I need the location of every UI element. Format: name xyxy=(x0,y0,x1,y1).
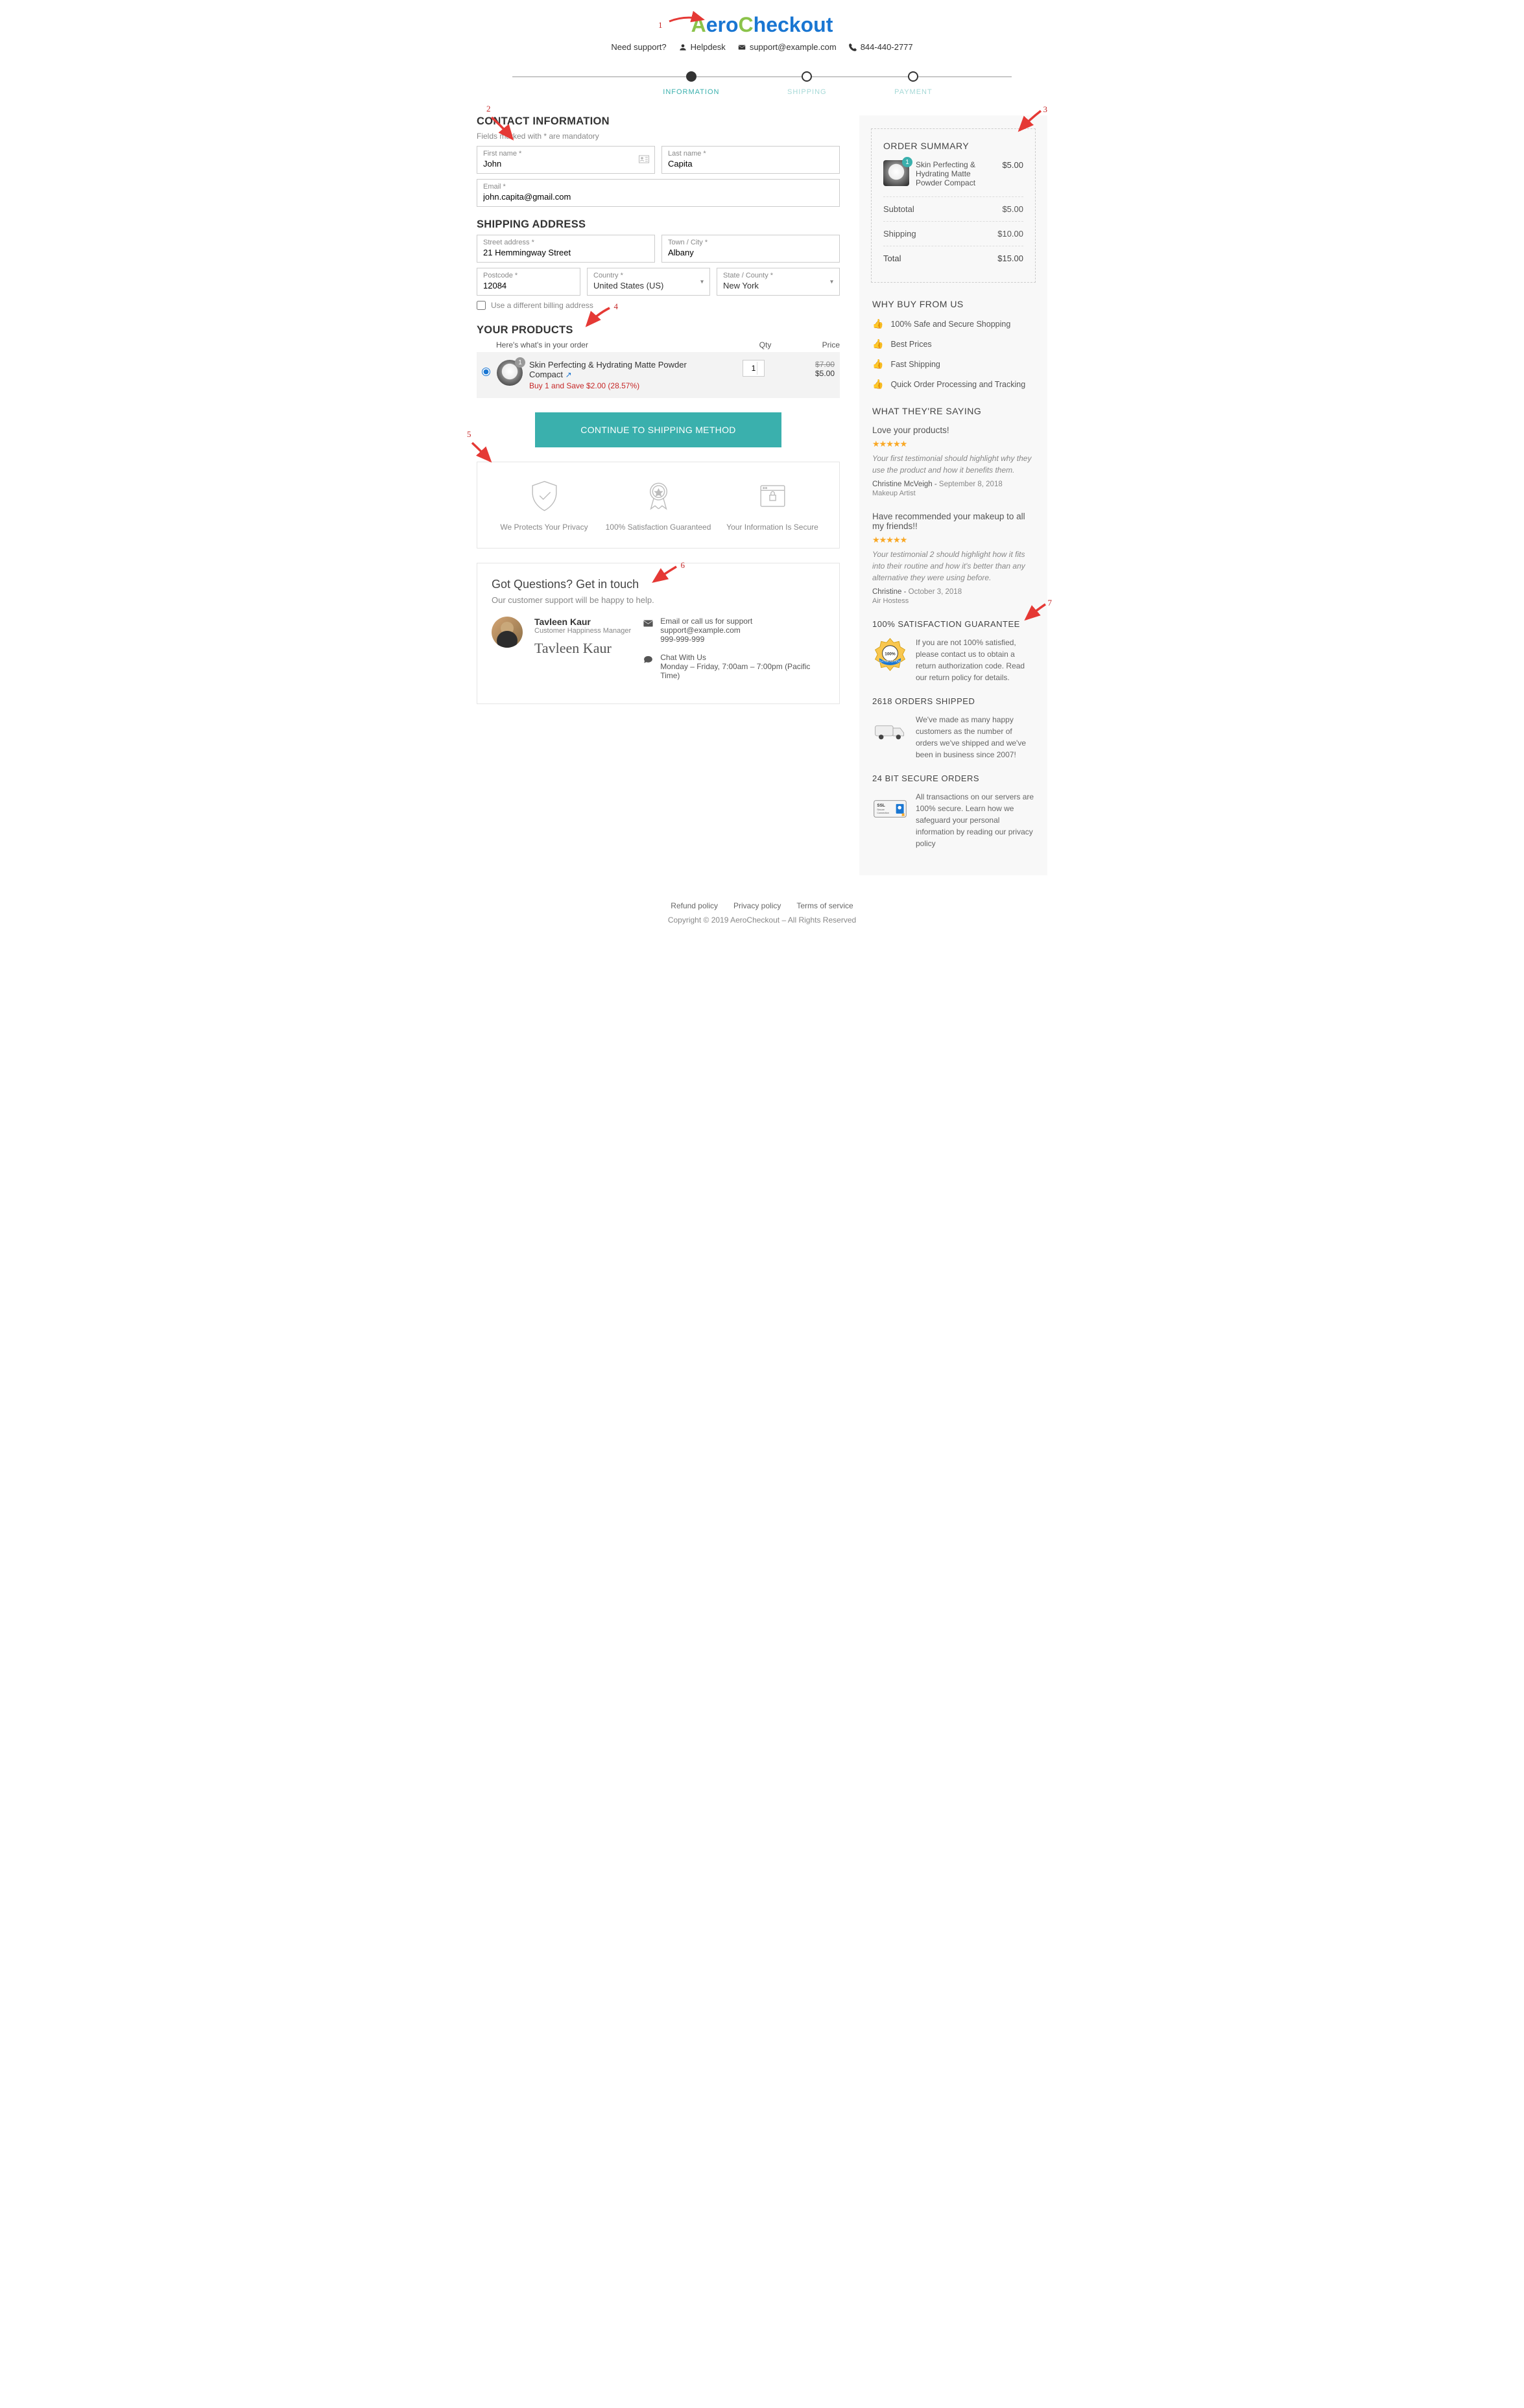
star-rating: ★★★★★ xyxy=(872,535,1034,545)
state-select[interactable]: State / County *New York xyxy=(717,268,840,296)
chat-icon xyxy=(643,654,654,665)
terms-link[interactable]: Terms of service xyxy=(796,901,853,910)
avatar xyxy=(492,617,523,648)
thumbs-up-icon: 👍 xyxy=(872,359,883,370)
footer: Refund policy Privacy policy Terms of serv… xyxy=(477,901,1047,925)
progress-stepper: INFORMATION SHIPPING PAYMENT xyxy=(512,71,1012,96)
svg-text:Secure: Secure xyxy=(877,809,885,811)
orders-shipped-heading: 2618 ORDERS SHIPPED xyxy=(872,696,1034,706)
user-icon xyxy=(678,43,687,52)
need-support-text: Need support? xyxy=(611,42,666,52)
contact-heading: CONTACT INFORMATION xyxy=(477,115,840,128)
first-name-field[interactable]: First name * xyxy=(477,146,655,174)
header: AeroCheckout Need support? Helpdesk supp… xyxy=(477,13,1047,52)
order-summary-box: ORDER SUMMARY 1Skin Perfecting & Hydrati… xyxy=(871,128,1036,283)
annotation-7: 7 xyxy=(1048,598,1053,608)
email-field[interactable]: Email * xyxy=(477,179,840,207)
shipping-heading: SHIPPING ADDRESS xyxy=(477,218,840,231)
card-icon xyxy=(639,155,649,163)
trust-box: We Protects Your Privacy 100% Satisfacti… xyxy=(477,462,840,549)
why-heading: WHY BUY FROM US xyxy=(872,299,1034,309)
testimonials-heading: WHAT THEY'RE SAYING xyxy=(872,406,1034,416)
ssl-badge-icon: SSLSecureConnection xyxy=(872,791,908,827)
secure-orders-heading: 24 BIT SECURE ORDERS xyxy=(872,773,1034,783)
shield-icon xyxy=(527,478,562,514)
testimonial: Love your products!★★★★★Your first testi… xyxy=(872,425,1034,497)
quantity-input[interactable] xyxy=(743,360,765,377)
phone-icon xyxy=(848,43,857,52)
thumbs-up-icon: 👍 xyxy=(872,379,883,390)
product-image: 1 xyxy=(497,360,523,386)
products-heading: YOUR PRODUCTS xyxy=(477,324,840,336)
external-link-icon[interactable]: ↗ xyxy=(566,370,572,379)
lock-window-icon xyxy=(755,478,791,514)
annotation-2: 2 xyxy=(486,104,491,113)
annotation-4: 4 xyxy=(614,301,619,312)
continue-button[interactable]: CONTINUE TO SHIPPING METHOD xyxy=(535,412,781,447)
svg-text:SSL: SSL xyxy=(877,803,885,808)
different-billing-checkbox[interactable]: Use a different billing address xyxy=(477,301,840,310)
support-email-link[interactable]: support@example.com xyxy=(737,42,837,52)
last-name-field[interactable]: Last name * xyxy=(661,146,840,174)
questions-box: Got Questions? Get in touch 6 Our custom… xyxy=(477,563,840,704)
street-field[interactable]: Street address * xyxy=(477,235,655,263)
ribbon-icon xyxy=(641,478,676,514)
support-phone-link[interactable]: 844-440-2777 xyxy=(848,42,913,52)
product-deal: Buy 1 and Save $2.00 (28.57%) xyxy=(529,381,718,390)
thumbs-up-icon: 👍 xyxy=(872,338,883,349)
star-rating: ★★★★★ xyxy=(872,439,1034,449)
svg-text:100%: 100% xyxy=(885,652,896,656)
support-bar: Need support? Helpdesk support@example.c… xyxy=(477,42,1047,52)
why-item: 👍Best Prices xyxy=(872,338,1034,349)
privacy-link[interactable]: Privacy policy xyxy=(733,901,781,910)
city-field[interactable]: Town / City * xyxy=(661,235,840,263)
helpdesk-link[interactable]: Helpdesk xyxy=(678,42,726,52)
mail-icon xyxy=(737,43,746,52)
step-information[interactable]: INFORMATION xyxy=(663,71,719,96)
guarantee-heading: 100% SATISFACTION GUARANTEE xyxy=(872,619,1034,629)
why-item: 👍100% Safe and Secure Shopping xyxy=(872,318,1034,329)
annotation-5: 5 xyxy=(467,429,471,439)
annotation-6: 6 xyxy=(681,560,685,571)
why-item: 👍Quick Order Processing and Tracking xyxy=(872,379,1034,390)
testimonial: Have recommended your makeup to all my f… xyxy=(872,512,1034,605)
country-select[interactable]: Country *United States (US) xyxy=(587,268,710,296)
annotation-3: 3 xyxy=(1043,104,1048,115)
step-payment[interactable]: PAYMENT xyxy=(894,71,933,96)
mandatory-hint: Fields marked with * are mandatory xyxy=(477,132,840,141)
thumbs-up-icon: 👍 xyxy=(872,318,883,329)
why-item: 👍Fast Shipping xyxy=(872,359,1034,370)
van-icon xyxy=(872,714,908,750)
step-shipping[interactable]: SHIPPING xyxy=(787,71,827,96)
refund-link[interactable]: Refund policy xyxy=(671,901,718,910)
svg-text:SATISFACTION: SATISFACTION xyxy=(879,659,901,663)
svg-text:Connection: Connection xyxy=(877,812,889,814)
postcode-field[interactable]: Postcode * xyxy=(477,268,580,296)
product-header-row: Here's what's in your orderQtyPrice xyxy=(477,340,840,349)
logo: AeroCheckout xyxy=(477,13,1047,37)
satisfaction-seal-icon: 100% SATISFACTION xyxy=(872,637,908,672)
signature: Tavleen Kaur xyxy=(534,640,631,657)
product-row: 1 Skin Perfecting & Hydrating Matte Powd… xyxy=(477,352,840,398)
product-name: Skin Perfecting & Hydrating Matte Powder… xyxy=(529,360,687,379)
order-item-image: 1 xyxy=(883,160,909,186)
envelope-icon xyxy=(643,618,654,629)
product-radio[interactable] xyxy=(482,368,490,376)
